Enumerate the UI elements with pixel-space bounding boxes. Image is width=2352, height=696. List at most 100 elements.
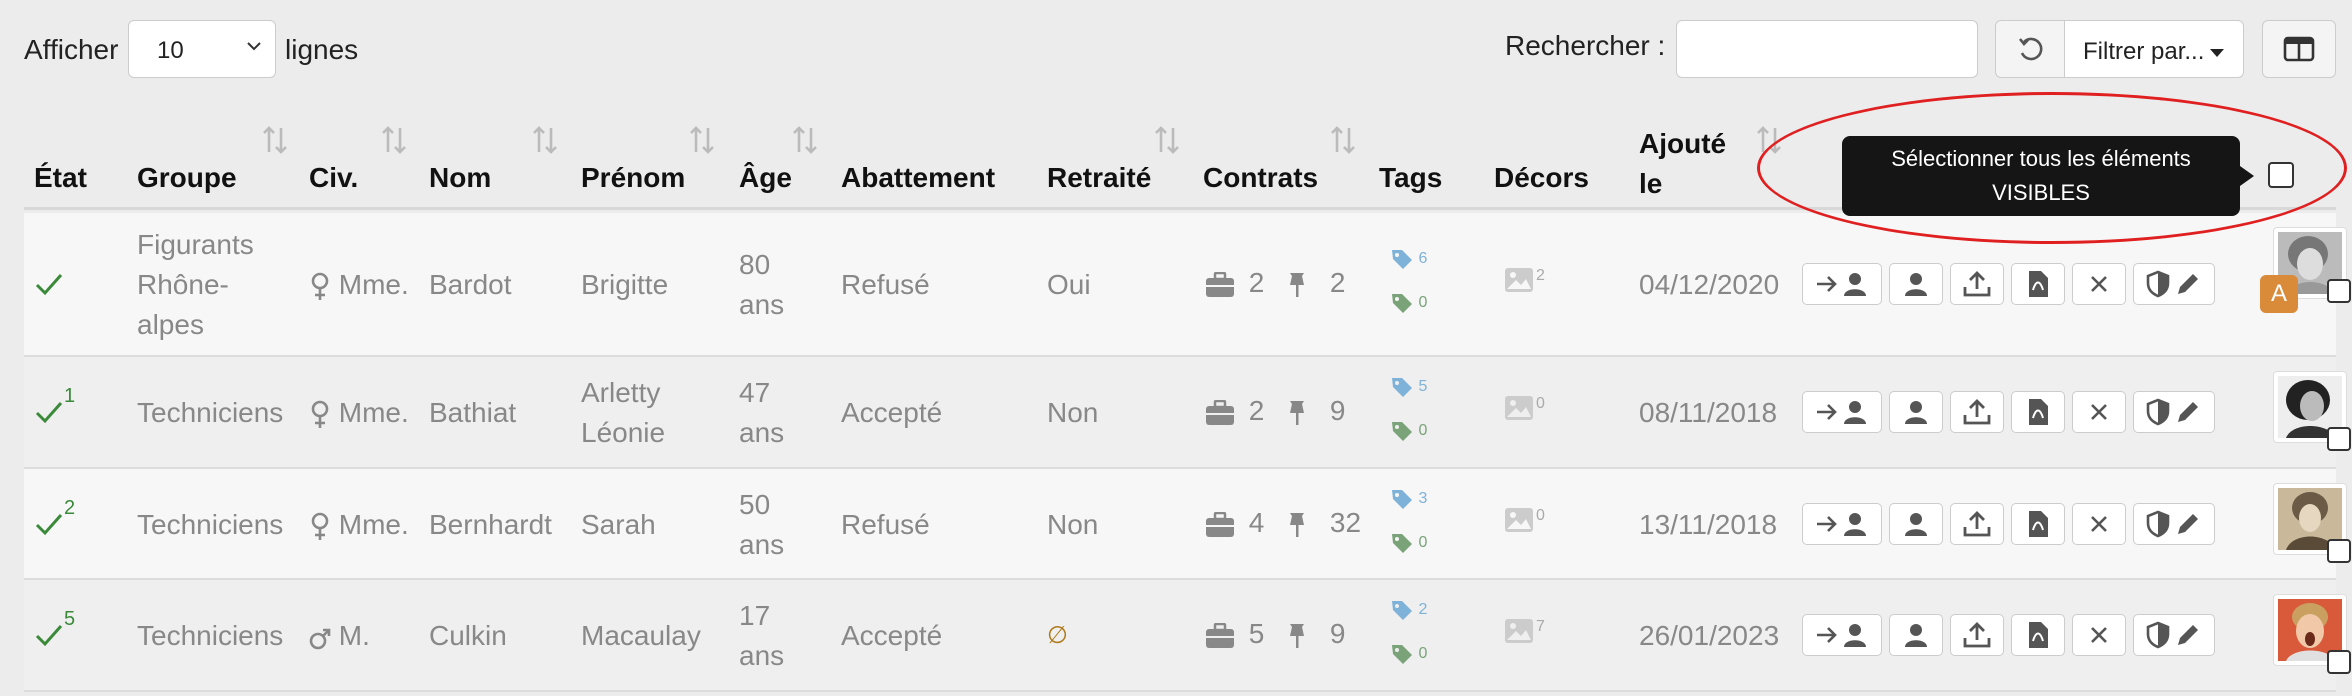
cell-abattement: Refusé	[841, 509, 930, 540]
profile-button[interactable]	[1889, 263, 1943, 305]
upload-button[interactable]	[1950, 503, 2004, 545]
cell-nom: Culkin	[429, 620, 507, 651]
tags-blue-count: 5	[1418, 378, 1428, 396]
pins-count: 32	[1329, 507, 1362, 538]
edit-rights-button[interactable]	[2133, 263, 2215, 305]
user-icon	[1905, 513, 1927, 536]
cell-ajoute: 26/01/2023	[1639, 620, 1780, 651]
edit-rights-button[interactable]	[2133, 503, 2215, 545]
highlight-ellipse	[1757, 92, 2347, 244]
row-checkbox[interactable]	[2327, 427, 2351, 451]
contracts-count: 5	[1248, 618, 1265, 649]
column-header-prenom[interactable]: Prénom	[581, 162, 685, 194]
search-input[interactable]	[1676, 20, 1978, 78]
pdf-button[interactable]	[2011, 614, 2065, 656]
close-icon	[2091, 627, 2107, 643]
row-checkbox[interactable]	[2327, 650, 2351, 674]
columns-toggle-button[interactable]	[2262, 20, 2336, 78]
row-checkbox[interactable]	[2327, 279, 2351, 303]
upload-button[interactable]	[1950, 391, 2004, 433]
file-pdf-icon	[2029, 511, 2048, 537]
profile-button[interactable]	[1889, 391, 1943, 433]
edit-rights-button[interactable]	[2133, 391, 2215, 433]
remove-button[interactable]	[2072, 263, 2126, 305]
sort-icon[interactable]	[1152, 122, 1182, 158]
pdf-button[interactable]	[2011, 263, 2065, 305]
male-icon	[309, 628, 331, 649]
remove-button[interactable]	[2072, 391, 2126, 433]
tags-green-count: 0	[1418, 422, 1428, 440]
sort-icon[interactable]	[260, 122, 290, 158]
row-checkbox[interactable]	[2327, 539, 2351, 563]
cell-nom: Bardot	[429, 269, 512, 300]
decors-count: 2	[1536, 267, 1545, 284]
column-header-decors[interactable]: Décors	[1494, 162, 1589, 194]
civ-label: Mme.	[338, 509, 409, 540]
row-actions	[1802, 391, 2215, 433]
contracts-count: 2	[1248, 395, 1265, 426]
sort-icon[interactable]	[530, 122, 560, 158]
column-header-etat[interactable]: État	[34, 162, 87, 194]
close-icon	[2091, 404, 2107, 420]
user-icon	[1844, 513, 1866, 536]
sort-icon[interactable]	[379, 122, 409, 158]
tags-blue: 5	[1390, 375, 1427, 399]
pencil-icon	[2178, 514, 2198, 534]
cell-decors: 2	[1504, 267, 1545, 298]
upload-button[interactable]	[1950, 263, 2004, 305]
edit-rights-button[interactable]	[2133, 614, 2215, 656]
filter-dropdown-button[interactable]: Filtrer par...	[2064, 20, 2244, 78]
cell-abattement: Accepté	[841, 397, 943, 428]
column-header-groupe[interactable]: Groupe	[137, 162, 237, 194]
assign-button[interactable]	[1802, 263, 1882, 305]
sort-icon[interactable]	[1328, 122, 1358, 158]
row-actions	[1802, 614, 2215, 656]
file-pdf-icon	[2029, 399, 2048, 425]
column-header-contrats[interactable]: Contrats	[1203, 162, 1318, 194]
sort-icon[interactable]	[687, 122, 717, 158]
row-actions	[1802, 263, 2215, 305]
column-header-civ[interactable]: Civ.	[309, 162, 358, 194]
reset-button[interactable]	[1995, 20, 2065, 78]
upload-button[interactable]	[1950, 614, 2004, 656]
column-header-abattement[interactable]: Abattement	[841, 162, 995, 194]
decors-count: 0	[1536, 395, 1545, 412]
shield-icon	[2146, 510, 2170, 538]
decors-count: 7	[1536, 618, 1545, 635]
column-header-ajoute[interactable]: Ajouté le	[1639, 124, 1726, 204]
cell-groupe: Techniciens	[137, 397, 284, 428]
remove-button[interactable]	[2072, 503, 2126, 545]
cell-retraite: ∅	[1047, 622, 1068, 649]
briefcase-icon	[1206, 399, 1234, 425]
length-prefix-label: Afficher	[24, 34, 119, 65]
tags-blue: 6	[1390, 247, 1427, 271]
column-header-nom[interactable]: Nom	[429, 162, 491, 194]
column-header-retraite[interactable]: Retraité	[1047, 162, 1151, 194]
sort-icon[interactable]	[790, 122, 820, 158]
remove-button[interactable]	[2072, 614, 2126, 656]
assign-button[interactable]	[1802, 391, 1882, 433]
assign-button[interactable]	[1802, 614, 1882, 656]
close-icon	[2091, 276, 2107, 292]
profile-button[interactable]	[1889, 503, 1943, 545]
pdf-button[interactable]	[2011, 503, 2065, 545]
civ-label: Mme.	[338, 269, 409, 300]
row-actions	[1802, 503, 2215, 545]
pin-icon	[1290, 623, 1305, 648]
cell-abattement: Refusé	[841, 269, 930, 300]
column-header-tags[interactable]: Tags	[1379, 162, 1442, 194]
rows-per-page-select[interactable]: 10	[128, 20, 276, 78]
shield-icon	[2146, 270, 2170, 298]
cell-prenom: Brigitte	[581, 269, 669, 300]
search-label: Rechercher :	[1505, 30, 1666, 61]
check-icon	[35, 274, 63, 296]
cell-contrats: 4 32	[1205, 507, 1361, 539]
column-header-age[interactable]: Âge	[739, 162, 792, 194]
cell-contrats: 2 9	[1205, 395, 1346, 427]
assign-button[interactable]	[1802, 503, 1882, 545]
pdf-button[interactable]	[2011, 391, 2065, 433]
pins-count: 9	[1329, 395, 1346, 426]
profile-button[interactable]	[1889, 614, 1943, 656]
tag-icon	[1392, 490, 1412, 509]
cell-civ: Mme.	[309, 265, 409, 305]
